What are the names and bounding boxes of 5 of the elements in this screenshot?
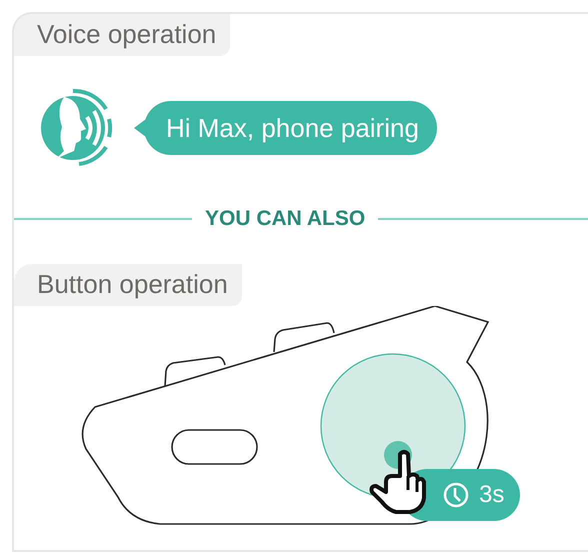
section-title: Button operation: [14, 264, 242, 306]
divider-label: YOU CAN ALSO: [205, 206, 366, 232]
clock-icon: [443, 482, 469, 508]
section-title: Voice operation: [14, 14, 230, 56]
speech-bubble: Hi Max, phone pairing: [144, 101, 437, 155]
